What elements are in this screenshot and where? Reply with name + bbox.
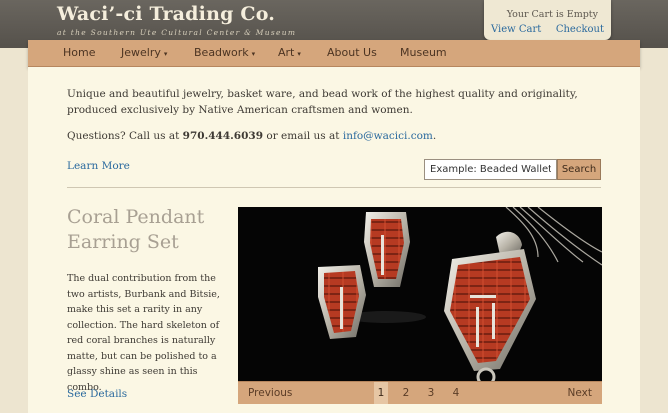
feature-title: Coral Pendant Earring Set bbox=[67, 206, 205, 253]
contact-prefix: Questions? Call us at bbox=[67, 130, 183, 142]
main-nav: Home Jewelry ▾ Beadwork ▾ Art ▾ About Us Mu… bbox=[28, 40, 640, 67]
phone-number: 970.444.6039 bbox=[182, 130, 264, 142]
chevron-down-icon: ▾ bbox=[251, 50, 256, 58]
chevron-down-icon: ▾ bbox=[297, 50, 301, 58]
intro-text: Unique and beautiful jewelry, basket war… bbox=[67, 88, 578, 116]
slideshow-pager: Previous 1 2 3 4 Next bbox=[238, 381, 602, 404]
page-4-button[interactable]: 4 bbox=[449, 382, 463, 404]
view-cart-link[interactable]: View Cart bbox=[491, 24, 541, 35]
nav-item-beadwork[interactable]: Beadwork ▾ bbox=[194, 40, 255, 66]
featured-product-image[interactable] bbox=[238, 207, 602, 381]
nav-item-jewelry[interactable]: Jewelry ▾ bbox=[121, 40, 167, 66]
next-button[interactable]: Next bbox=[568, 382, 592, 404]
contact-line: Questions? Call us at 970.444.6039 or em… bbox=[67, 130, 436, 142]
learn-more-link[interactable]: Learn More bbox=[67, 160, 130, 172]
coral-jewelry-illustration bbox=[318, 207, 602, 381]
email-link[interactable]: info@wacici.com bbox=[343, 130, 433, 142]
nav-item-about-us[interactable]: About Us bbox=[327, 40, 377, 66]
nav-item-home[interactable]: Home bbox=[63, 40, 95, 66]
brand-title[interactable]: Waci’-ci Trading Co. bbox=[57, 3, 275, 25]
email-suffix: . bbox=[432, 130, 437, 142]
page-1-button[interactable]: 1 bbox=[374, 382, 388, 404]
page-3-button[interactable]: 3 bbox=[424, 382, 438, 404]
previous-button[interactable]: Previous bbox=[248, 382, 292, 404]
main-content: Unique and beautiful jewelry, basket war… bbox=[28, 67, 640, 413]
cart-status: Your Cart is Empty bbox=[506, 9, 598, 20]
brand-subtitle: at the Southern Ute Cultural Center & Mu… bbox=[57, 28, 297, 37]
nav-item-art[interactable]: Art ▾ bbox=[278, 40, 301, 66]
divider bbox=[67, 187, 601, 188]
search-button[interactable]: Search bbox=[557, 159, 601, 180]
page-2-button[interactable]: 2 bbox=[399, 382, 413, 404]
chevron-down-icon: ▾ bbox=[163, 50, 168, 58]
email-prefix: or email us at bbox=[263, 130, 343, 142]
see-details-link[interactable]: See Details bbox=[67, 388, 127, 400]
feature-description: The dual contribution from the two artis… bbox=[67, 273, 220, 393]
nav-item-museum[interactable]: Museum bbox=[400, 40, 447, 66]
search-input[interactable] bbox=[424, 159, 557, 180]
cart-panel: Your Cart is Empty View Cart Checkout bbox=[484, 0, 611, 40]
checkout-link[interactable]: Checkout bbox=[556, 24, 604, 35]
